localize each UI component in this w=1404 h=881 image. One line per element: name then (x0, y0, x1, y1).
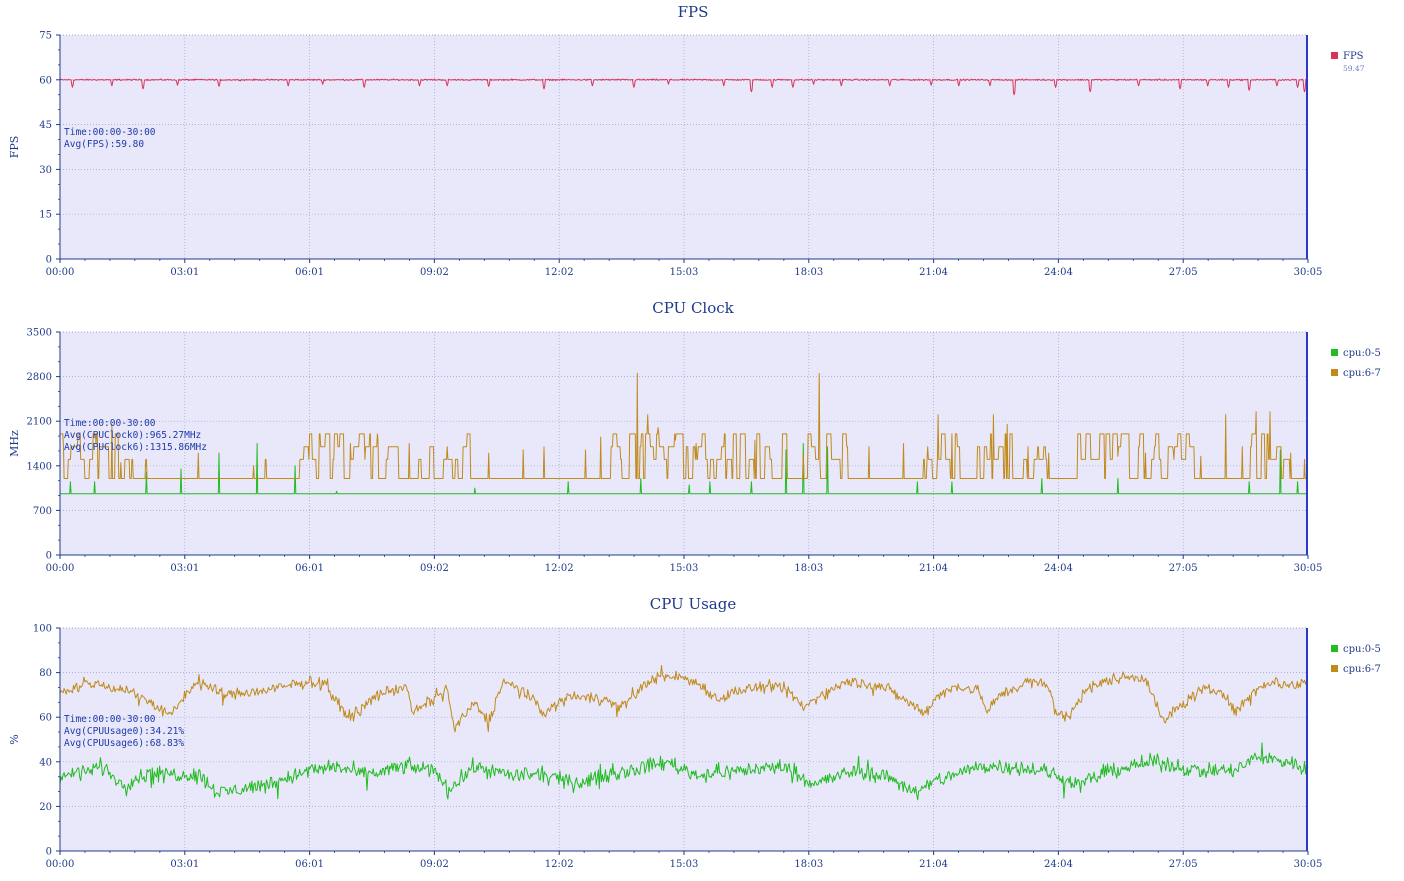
x-tick-label: 18:03 (794, 563, 823, 574)
y-tick-label: 0 (46, 847, 52, 858)
chart-title: CPU Usage (650, 595, 737, 613)
chart-panel-2: CPU Clock 0 700 1400 2100 2800 3500 00:00 03:01 0… (8, 299, 1381, 574)
y-axis-label: % (8, 734, 21, 744)
legend-label: cpu:0-5 (1343, 348, 1381, 359)
stats-annotation-line: Avg(CPUUsage6):68.83% (64, 738, 184, 749)
x-tick-label: 09:02 (420, 267, 449, 278)
x-tick-label: 27:05 (1169, 859, 1198, 870)
x-tick-label: 00:00 (46, 563, 75, 574)
legend-label: FPS (1343, 51, 1364, 62)
x-tick-label: 27:05 (1169, 563, 1198, 574)
x-tick-label: 24:04 (1044, 267, 1073, 278)
x-tick-label: 00:00 (46, 267, 75, 278)
legend-swatch (1331, 665, 1338, 672)
y-tick-label: 40 (39, 757, 52, 768)
chart-panel-1: FPS 0 15 30 45 60 75 00:00 03:01 06:01 09:02 12:02 1… (8, 3, 1365, 278)
chart-panel-3: CPU Usage 0 20 40 60 80 100 00:00 03:01 06:01 09:0… (8, 595, 1381, 870)
x-tick-label: 09:02 (420, 563, 449, 574)
x-tick-label: 30:05 (1294, 859, 1323, 870)
y-tick-label: 700 (33, 506, 52, 517)
y-tick-label: 60 (39, 75, 52, 86)
y-tick-label: 3500 (27, 328, 52, 339)
x-tick-label: 15:03 (670, 267, 699, 278)
stats-annotation-line: Avg(FPS):59.80 (64, 139, 144, 150)
x-tick-label: 00:00 (46, 859, 75, 870)
x-tick-label: 06:01 (295, 859, 324, 870)
y-tick-label: 2800 (27, 372, 52, 383)
stats-annotation-line: Time:00:00-30:00 (64, 714, 156, 725)
x-tick-label: 09:02 (420, 859, 449, 870)
y-tick-label: 15 (39, 210, 52, 221)
y-tick-label: 80 (39, 668, 52, 679)
x-tick-label: 21:04 (919, 267, 948, 278)
stats-annotation-line: Avg(CPUUsage0):34.21% (64, 726, 184, 737)
y-axis-label: MHz (8, 430, 21, 457)
x-tick-label: 15:03 (670, 563, 699, 574)
legend-value: 59.47 (1343, 64, 1365, 73)
legend-swatch (1331, 349, 1338, 356)
x-tick-label: 30:05 (1294, 267, 1323, 278)
x-tick-label: 12:02 (545, 563, 574, 574)
x-tick-label: 24:04 (1044, 859, 1073, 870)
charts-canvas: FPS 0 15 30 45 60 75 00:00 03:01 06:01 09:02 12:02 1… (8, 3, 1381, 870)
stats-annotation-line: Avg(CPUClock0):965.27MHz (64, 430, 201, 441)
x-tick-label: 06:01 (295, 267, 324, 278)
chart-title: CPU Clock (652, 299, 734, 317)
y-tick-label: 1400 (27, 461, 52, 472)
y-axis-label: FPS (8, 136, 21, 159)
y-tick-label: 2100 (27, 417, 52, 428)
legend-swatch (1331, 645, 1338, 652)
y-tick-label: 60 (39, 713, 52, 724)
x-tick-label: 27:05 (1169, 267, 1198, 278)
x-tick-label: 24:04 (1044, 563, 1073, 574)
y-tick-label: 0 (46, 551, 52, 562)
legend-label: cpu:6-7 (1343, 664, 1381, 675)
chart-title: FPS (678, 3, 709, 21)
x-tick-label: 15:03 (670, 859, 699, 870)
legend-swatch (1331, 369, 1338, 376)
x-tick-label: 21:04 (919, 859, 948, 870)
y-tick-label: 100 (33, 624, 52, 635)
x-tick-label: 03:01 (170, 563, 199, 574)
y-tick-label: 30 (39, 165, 52, 176)
legend-label: cpu:6-7 (1343, 368, 1381, 379)
x-tick-label: 21:04 (919, 563, 948, 574)
x-tick-label: 18:03 (794, 859, 823, 870)
x-tick-label: 30:05 (1294, 563, 1323, 574)
x-tick-label: 12:02 (545, 859, 574, 870)
x-tick-label: 03:01 (170, 267, 199, 278)
x-tick-label: 03:01 (170, 859, 199, 870)
y-tick-label: 45 (39, 120, 52, 131)
performance-dashboard: FPS 0 15 30 45 60 75 00:00 03:01 06:01 09:02 12:02 1… (0, 0, 1404, 881)
x-tick-label: 12:02 (545, 267, 574, 278)
legend-swatch (1331, 52, 1338, 59)
stats-annotation-line: Time:00:00-30:00 (64, 127, 156, 138)
stats-annotation-line: Time:00:00-30:00 (64, 418, 156, 429)
legend-label: cpu:0-5 (1343, 644, 1381, 655)
y-tick-label: 20 (39, 802, 52, 813)
x-tick-label: 18:03 (794, 267, 823, 278)
y-tick-label: 0 (46, 255, 52, 266)
x-tick-label: 06:01 (295, 563, 324, 574)
y-tick-label: 75 (39, 31, 52, 42)
stats-annotation-line: Avg(CPUClock6):1315.86MHz (64, 442, 207, 453)
